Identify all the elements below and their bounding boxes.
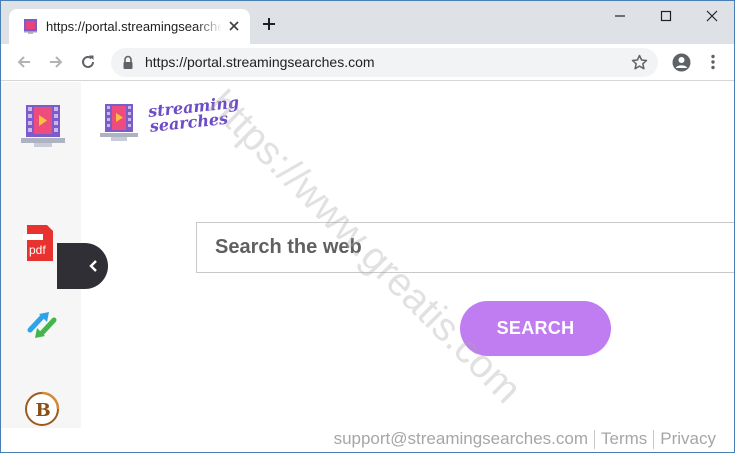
streaming-favicon-icon [24, 19, 37, 34]
star-icon[interactable] [631, 54, 648, 71]
footer-divider [593, 429, 595, 449]
bitcoin-icon: B [25, 391, 60, 426]
bitcoin-label: B [36, 400, 51, 421]
profile-button[interactable] [671, 52, 691, 72]
plus-icon[interactable] [262, 17, 276, 31]
search-input[interactable]: Search the web [196, 222, 734, 273]
reload-button[interactable] [78, 52, 98, 72]
convert-arrows-icon [27, 312, 57, 338]
streaming-tv-icon [21, 105, 65, 147]
sidebar-item-streaming[interactable] [19, 102, 67, 152]
chevron-left-icon [89, 260, 97, 272]
logo-tv-icon [100, 104, 138, 141]
sidebar-item-bitcoin[interactable]: B [23, 390, 61, 428]
footer-links: support@streamingsearches.com Terms Priv… [334, 429, 716, 449]
sidebar-item-convert[interactable] [25, 308, 59, 342]
pdf-label: pdf [29, 243, 46, 257]
active-tab[interactable]: https://portal.streamingsearches.com [9, 9, 250, 44]
address-bar[interactable]: https://portal.streamingsearches.com [111, 48, 658, 77]
tab-close-icon[interactable] [227, 19, 241, 33]
url-text[interactable]: https://portal.streamingsearches.com [145, 54, 375, 71]
reload-icon [82, 55, 94, 68]
maximize-button[interactable] [643, 1, 689, 31]
sidebar-collapse-button[interactable] [57, 243, 108, 289]
minimize-icon [615, 15, 625, 17]
back-button[interactable] [14, 52, 34, 72]
search-button[interactable]: SEARCH [460, 301, 611, 356]
tab-title: https://portal.streamingsearches.com [46, 19, 222, 34]
close-icon [706, 10, 718, 22]
streaming-searches-logo[interactable]: streaming searches [99, 93, 240, 147]
privacy-link[interactable]: Privacy [660, 429, 716, 449]
page-content: pdf B streaming searches Search the web … [1, 82, 734, 452]
maximize-icon [660, 10, 672, 22]
footer-divider [653, 429, 655, 449]
search-placeholder: Search the web [215, 236, 362, 258]
terms-link[interactable]: Terms [601, 429, 647, 449]
support-email-link[interactable]: support@streamingsearches.com [334, 429, 588, 449]
browser-window: https://portal.streamingsearches.com [0, 0, 735, 453]
forward-arrow-icon [50, 56, 63, 68]
minimize-button[interactable] [597, 1, 643, 31]
forward-button[interactable] [46, 52, 66, 72]
browser-toolbar: https://portal.streamingsearches.com [1, 44, 734, 81]
kebab-menu-icon [711, 54, 715, 70]
back-arrow-icon [17, 56, 30, 68]
lock-icon[interactable] [121, 55, 135, 70]
pdf-icon: pdf [23, 225, 53, 261]
close-window-button[interactable] [689, 1, 734, 31]
profile-icon [672, 53, 690, 71]
menu-button[interactable] [703, 52, 723, 72]
search-button-label: SEARCH [496, 318, 575, 338]
logo-wordmark: streaming searches [147, 93, 241, 136]
tab-strip: https://portal.streamingsearches.com [1, 1, 734, 44]
sidebar-item-pdf[interactable]: pdf [23, 223, 57, 263]
